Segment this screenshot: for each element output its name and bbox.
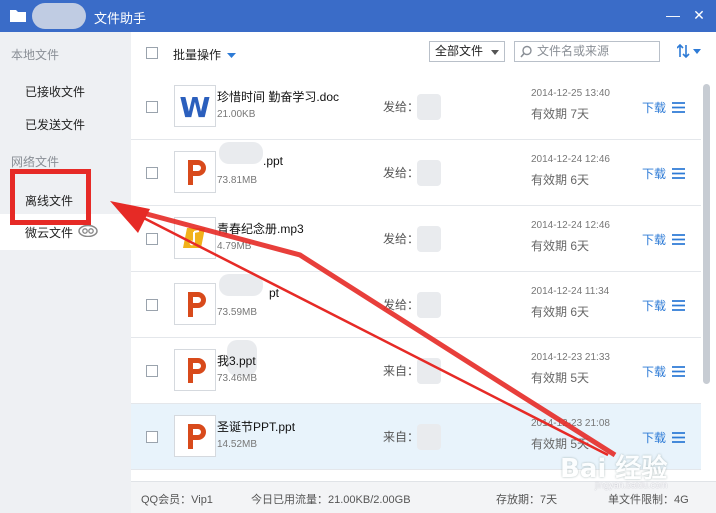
annotation-arrow <box>110 201 617 458</box>
watermark-url: jingyan.baidu.com <box>595 480 668 490</box>
